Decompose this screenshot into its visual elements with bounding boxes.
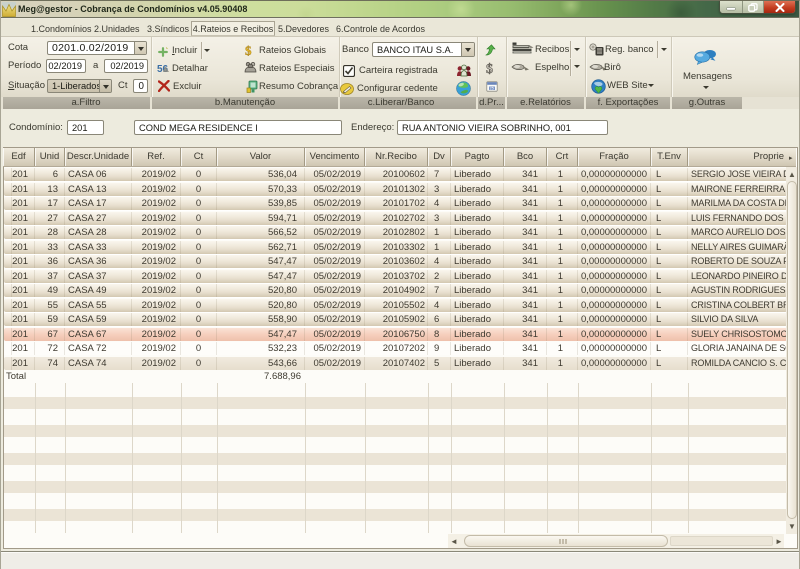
svg-text:25: 25	[490, 87, 494, 91]
svg-text:$: $	[245, 43, 252, 57]
svg-text:$: $	[486, 62, 493, 75]
